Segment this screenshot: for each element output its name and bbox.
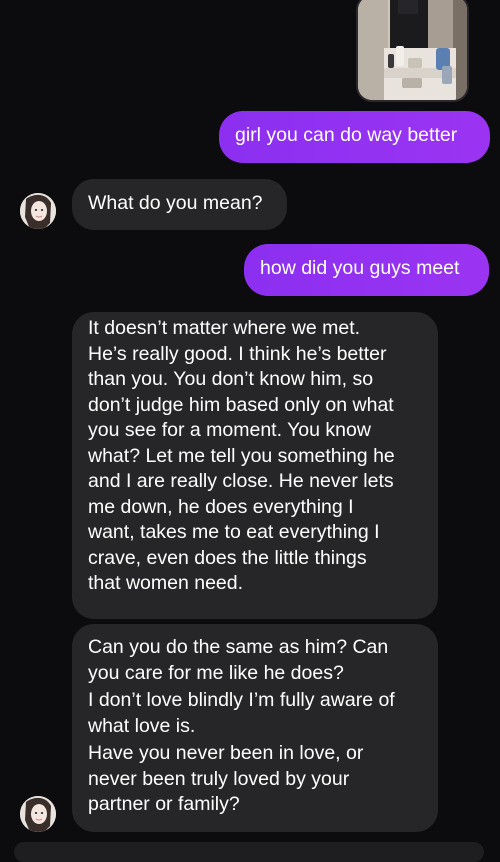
message-line: don’t judge him based only on what: [88, 393, 394, 416]
received-message-bubble[interactable]: It doesn’t matter where we met. He’s rea…: [72, 312, 438, 619]
message-line: what? Let me tell you something he: [88, 444, 395, 467]
contact-avatar[interactable]: [20, 796, 56, 832]
mirror-selfie-image: [358, 0, 467, 100]
message-line: what love is.: [88, 714, 196, 737]
received-message-bubble[interactable]: What do you mean?: [72, 179, 287, 230]
message-line: than you. You don’t know him, so: [88, 368, 374, 390]
received-message-bubble[interactable]: Can you do the same as him? Can you care…: [72, 624, 438, 832]
contact-avatar[interactable]: [20, 193, 56, 229]
message-line: you see for a moment. You know: [88, 419, 371, 441]
sent-message-bubble[interactable]: how did you guys meet: [244, 244, 489, 296]
message-line: He’s really good. I think he’s better: [88, 342, 387, 365]
message-line: want, takes me to eat everything I: [88, 521, 380, 543]
message-line: partner or family?: [88, 793, 240, 815]
message-paragraph: Can you do the same as him? Can you care…: [88, 635, 422, 686]
message-line: never been truly loved by your: [88, 767, 350, 790]
message-line: you care for me like he does?: [88, 661, 344, 684]
shared-photo[interactable]: [356, 0, 469, 102]
message-text: how did you guys meet: [260, 257, 460, 279]
message-line: I don’t love blindly I’m fully aware of: [88, 689, 395, 711]
profile-photo-icon: [20, 796, 56, 832]
message-line: that women need.: [88, 572, 244, 594]
message-line: crave, even does the little things: [88, 546, 367, 569]
message-line: It doesn’t matter where we met.: [88, 317, 361, 339]
message-line: Have you never been in love, or: [88, 742, 364, 764]
message-line: and I are really close. He never lets: [88, 470, 394, 492]
message-line: Can you do the same as him? Can: [88, 636, 389, 658]
message-paragraph: I don’t love blindly I’m fully aware of …: [88, 688, 422, 739]
message-paragraph: Have you never been in love, or never be…: [88, 741, 422, 818]
sent-message-bubble[interactable]: girl you can do way better: [219, 111, 490, 163]
profile-photo-icon: [20, 193, 56, 229]
message-line: me down, he does everything I: [88, 495, 354, 518]
message-text: girl you can do way better: [235, 124, 458, 146]
next-message-edge: [14, 842, 484, 862]
message-text: What do you mean?: [88, 192, 263, 214]
